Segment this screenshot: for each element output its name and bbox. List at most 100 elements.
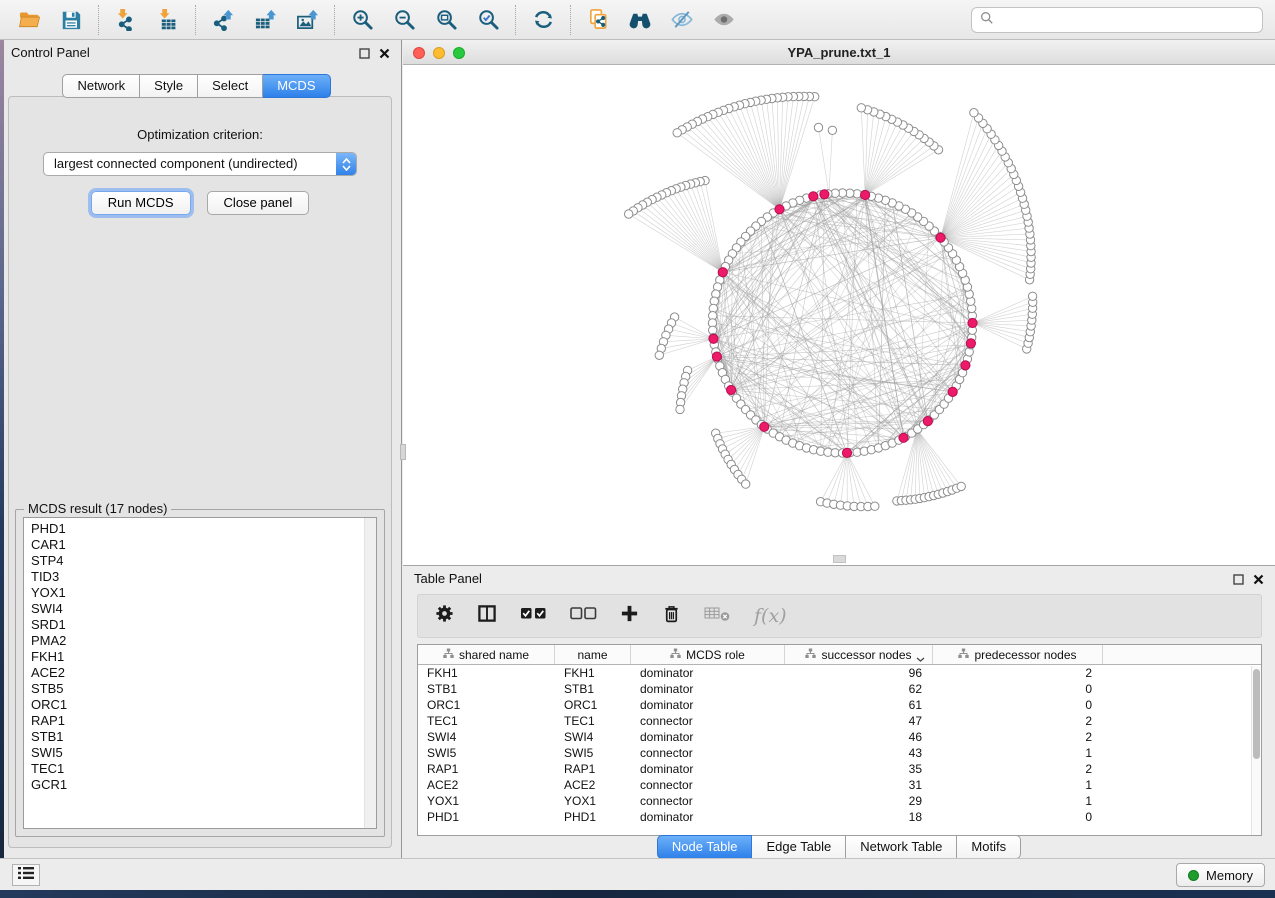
table-row[interactable]: STB1STB1dominator620: [418, 681, 1261, 697]
run-mcds-button[interactable]: Run MCDS: [91, 191, 191, 215]
table-row[interactable]: YOX1YOX1connector291: [418, 793, 1261, 809]
export-network-button[interactable]: [202, 3, 244, 37]
open-file-button[interactable]: [8, 3, 50, 37]
add-column-button[interactable]: [620, 604, 639, 628]
mcds-tab-panel: Optimization criterion: largest connecte…: [8, 96, 392, 848]
search-input[interactable]: [1000, 12, 1254, 29]
clone-icon: [587, 8, 610, 31]
tab-network[interactable]: Network: [62, 74, 140, 98]
refresh-view-button[interactable]: [522, 3, 564, 37]
mcds-list-item[interactable]: STB5: [31, 681, 376, 697]
optimization-criterion-select[interactable]: largest connected component (undirected): [43, 152, 357, 176]
table-scrollbar[interactable]: [1251, 666, 1261, 835]
hide-selected-button[interactable]: [661, 3, 703, 37]
mcds-list-scrollbar[interactable]: [364, 518, 376, 828]
tab-mcds[interactable]: MCDS: [263, 74, 330, 98]
import-network-button[interactable]: [105, 3, 147, 37]
mcds-list-item[interactable]: CAR1: [31, 537, 376, 553]
network-window-titlebar[interactable]: YPA_prune.txt_1: [403, 40, 1275, 65]
cell-shared_name: ACE2: [418, 777, 555, 793]
toggle-columns-button[interactable]: [477, 604, 497, 628]
sort-chevron-icon[interactable]: [916, 652, 925, 666]
mcds-list-item[interactable]: TEC1: [31, 761, 376, 777]
column-header-shared-name[interactable]: shared name: [418, 645, 555, 664]
table-row[interactable]: TEC1TEC1connector472: [418, 713, 1261, 729]
column-header-predecessor-nodes[interactable]: predecessor nodes: [933, 645, 1103, 664]
task-history-button[interactable]: [12, 864, 40, 886]
table-row[interactable]: SWI5SWI5connector431: [418, 745, 1261, 761]
export-table-button[interactable]: [244, 3, 286, 37]
table-row[interactable]: PHD1PHD1dominator180: [418, 809, 1261, 825]
table-scrollbar-thumb[interactable]: [1253, 669, 1260, 759]
mcds-list-item[interactable]: YOX1: [31, 585, 376, 601]
tab-node-table[interactable]: Node Table: [657, 835, 753, 859]
cell-mcds_role: dominator: [631, 681, 785, 697]
mcds-list-item[interactable]: ACE2: [31, 665, 376, 681]
mcds-list-item[interactable]: SWI5: [31, 745, 376, 761]
mcds-result-list[interactable]: PHD1CAR1STP4TID3YOX1SWI4SRD1PMA2FKH1ACE2…: [23, 517, 377, 829]
mcds-list-item[interactable]: PHD1: [31, 521, 376, 537]
column-header-name[interactable]: name: [555, 645, 631, 664]
float-table-panel-button[interactable]: [1232, 573, 1245, 586]
mcds-list-item[interactable]: STP4: [31, 553, 376, 569]
table-row[interactable]: ORC1ORC1dominator610: [418, 697, 1261, 713]
clone-network-button[interactable]: [577, 3, 619, 37]
column-header-successor-nodes[interactable]: successor nodes: [785, 645, 933, 664]
zoom-out-button[interactable]: [383, 3, 425, 37]
delete-column-button[interactable]: [662, 604, 681, 629]
mcds-list-item[interactable]: PMA2: [31, 633, 376, 649]
app-window: Control Panel NetworkStyleSelectMCDS Opt…: [0, 0, 1275, 890]
network-canvas[interactable]: [403, 65, 1275, 565]
cell-predecessor_nodes: 0: [933, 809, 1103, 825]
table-tabs: Node TableEdge TableNetwork TableMotifs: [403, 835, 1275, 859]
export-image-button[interactable]: [286, 3, 328, 37]
mcds-list-item[interactable]: ORC1: [31, 697, 376, 713]
tab-style[interactable]: Style: [140, 74, 198, 98]
table-row[interactable]: RAP1RAP1dominator352: [418, 761, 1261, 777]
memory-button[interactable]: Memory: [1176, 863, 1265, 887]
import-table-button[interactable]: [147, 3, 189, 37]
tab-network-table[interactable]: Network Table: [846, 835, 957, 859]
mcds-list-item[interactable]: STB1: [31, 729, 376, 745]
minimize-window-button[interactable]: [433, 47, 445, 59]
close-panel-button-mcds[interactable]: Close panel: [207, 191, 310, 215]
network-graph[interactable]: [403, 65, 1275, 565]
table-row[interactable]: FKH1FKH1dominator962: [418, 665, 1261, 681]
table-row[interactable]: SWI4SWI4dominator462: [418, 729, 1261, 745]
tab-select[interactable]: Select: [198, 74, 263, 98]
close-panel-button[interactable]: [378, 47, 391, 60]
close-window-button[interactable]: [413, 47, 425, 59]
zoom-selected-button[interactable]: [467, 3, 509, 37]
save-session-button[interactable]: [50, 3, 92, 37]
mcds-list-item[interactable]: SRD1: [31, 617, 376, 633]
panel-divider-handle[interactable]: [400, 444, 406, 460]
deselect-all-rows-button[interactable]: [570, 606, 597, 626]
table-settings-button[interactable]: [435, 604, 454, 628]
mcds-list-item[interactable]: GCR1: [31, 777, 376, 793]
tab-motifs[interactable]: Motifs: [957, 835, 1021, 859]
mcds-list-item[interactable]: SWI4: [31, 601, 376, 617]
select-all-rows-button[interactable]: [520, 606, 547, 626]
mcds-list-item[interactable]: RAP1: [31, 713, 376, 729]
table-panel: Table Panel f(x) shared namenameMCDS rol…: [403, 565, 1275, 858]
zoom-in-button[interactable]: [341, 3, 383, 37]
zoom-fit-button[interactable]: [425, 3, 467, 37]
column-label: name: [577, 648, 607, 662]
table-row[interactable]: ACE2ACE2connector311: [418, 777, 1261, 793]
search-box[interactable]: [971, 7, 1263, 33]
node-table-body: FKH1FKH1dominator962STB1STB1dominator620…: [418, 665, 1261, 825]
zoom-window-button[interactable]: [453, 47, 465, 59]
column-header-MCDS-role[interactable]: MCDS role: [631, 645, 785, 664]
mcds-list-item[interactable]: TID3: [31, 569, 376, 585]
split-divider-handle[interactable]: [833, 555, 846, 563]
find-neighbors-button[interactable]: [619, 3, 661, 37]
main-toolbar: [0, 0, 1275, 40]
float-panel-button[interactable]: [358, 47, 371, 60]
close-table-panel-button[interactable]: [1252, 573, 1265, 586]
show-all-button[interactable]: [703, 3, 745, 37]
desktop-edge: [0, 40, 4, 858]
mcds-list-item[interactable]: FKH1: [31, 649, 376, 665]
tab-edge-table[interactable]: Edge Table: [752, 835, 846, 859]
optimization-criterion-label: Optimization criterion:: [9, 127, 391, 142]
import-table-icon: [157, 8, 180, 31]
